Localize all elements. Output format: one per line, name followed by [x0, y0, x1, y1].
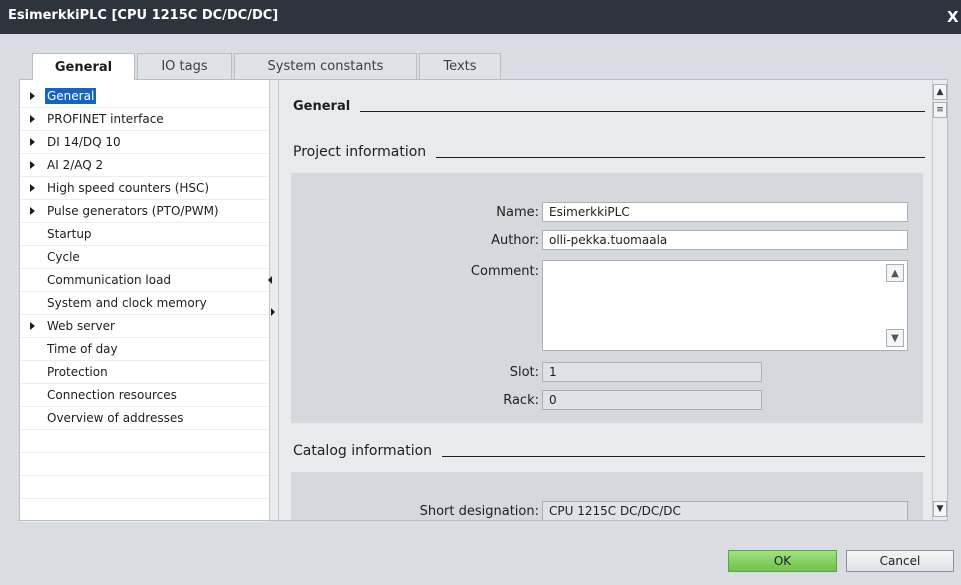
nav-tree: General PROFINET interface DI 14/DQ 10 A… — [20, 80, 269, 522]
content-scrollbar[interactable]: ▲ ≡ ▼ — [932, 80, 947, 520]
nav-item-label: Protection — [47, 365, 108, 379]
nav-item-ai-aq[interactable]: AI 2/AQ 2 — [20, 154, 269, 177]
project-info-group: Name: EsimerkkiPLC Author: olli-pekka.tu… — [291, 173, 923, 423]
nav-item-label: DI 14/DQ 10 — [47, 135, 121, 149]
nav-item-pulse-generators[interactable]: Pulse generators (PTO/PWM) — [20, 200, 269, 223]
nav-item-label: Overview of addresses — [47, 411, 184, 425]
expand-right-icon[interactable] — [271, 308, 275, 316]
nav-item-label: PROFINET interface — [47, 112, 164, 126]
nav-item-label: Web server — [47, 319, 115, 333]
short-designation-field: CPU 1215C DC/DC/DC — [542, 501, 908, 520]
cancel-button[interactable]: Cancel — [846, 550, 954, 572]
nav-item-protection[interactable]: Protection — [20, 361, 269, 384]
catalog-info-group: Short designation: CPU 1215C DC/DC/DC — [291, 472, 923, 520]
rack-label: Rack: — [503, 393, 539, 408]
section-title: Catalog information — [293, 443, 433, 459]
nav-item-time-of-day[interactable]: Time of day — [20, 338, 269, 361]
nav-empty-row — [20, 476, 269, 499]
nav-item-label: Communication load — [47, 273, 172, 287]
comment-label: Comment: — [470, 264, 539, 279]
expand-arrow-icon[interactable] — [30, 161, 35, 169]
nav-item-di-dq[interactable]: DI 14/DQ 10 — [20, 131, 269, 154]
scroll-up-icon[interactable]: ▲ — [886, 264, 904, 282]
scroll-down-icon[interactable]: ▼ — [933, 501, 947, 517]
expand-arrow-icon[interactable] — [30, 207, 35, 215]
scroll-down-icon[interactable]: ▼ — [886, 329, 904, 347]
nav-item-web-server[interactable]: Web server — [20, 315, 269, 338]
nav-item-label: General — [45, 88, 97, 104]
nav-item-general[interactable]: General — [20, 85, 269, 108]
splitter[interactable] — [268, 80, 279, 520]
nav-item-label: System and clock memory — [47, 296, 207, 310]
nav-empty-row — [20, 499, 269, 522]
nav-item-label: Startup — [47, 227, 92, 241]
name-field[interactable]: EsimerkkiPLC — [542, 202, 908, 222]
nav-item-cycle[interactable]: Cycle — [20, 246, 269, 269]
nav-item-label: AI 2/AQ 2 — [47, 158, 104, 172]
section-heading-catalog-info: Catalog information — [293, 441, 925, 461]
ok-button[interactable]: OK — [728, 550, 837, 572]
title-bar: EsimerkkiPLC [CPU 1215C DC/DC/DC] X — [0, 0, 961, 34]
author-field[interactable]: olli-pekka.tuomaala — [542, 230, 908, 250]
nav-item-label: High speed counters (HSC) — [47, 181, 210, 195]
tab-general[interactable]: General — [32, 53, 135, 80]
slot-field: 1 — [542, 362, 762, 382]
section-rule — [360, 110, 925, 112]
nav-empty-row — [20, 453, 269, 476]
expand-arrow-icon[interactable] — [30, 138, 35, 146]
nav-item-hsc[interactable]: High speed counters (HSC) — [20, 177, 269, 200]
section-heading-general: General — [293, 96, 925, 116]
scroll-thumb[interactable]: ≡ — [933, 102, 947, 118]
section-rule — [442, 455, 925, 457]
nav-item-label: Cycle — [47, 250, 80, 264]
content-area: General Project information Name: Esimer… — [279, 80, 932, 520]
name-label: Name: — [496, 205, 539, 220]
close-icon[interactable]: X — [947, 8, 961, 26]
nav-item-label: Connection resources — [47, 388, 177, 402]
nav-item-profinet-interface[interactable]: PROFINET interface — [20, 108, 269, 131]
nav-item-startup[interactable]: Startup — [20, 223, 269, 246]
collapse-left-icon[interactable] — [268, 276, 272, 284]
section-rule — [436, 156, 925, 158]
window-title: EsimerkkiPLC [CPU 1215C DC/DC/DC] — [8, 8, 279, 23]
nav-item-communication-load[interactable]: Communication load — [20, 269, 269, 292]
tab-system-constants[interactable]: System constants — [234, 53, 417, 79]
nav-item-system-clock-memory[interactable]: System and clock memory — [20, 292, 269, 315]
expand-arrow-icon[interactable] — [30, 322, 35, 330]
expand-arrow-icon[interactable] — [30, 184, 35, 192]
comment-field[interactable]: ▲ ▼ — [542, 260, 908, 351]
nav-item-connection-resources[interactable]: Connection resources — [20, 384, 269, 407]
tab-texts[interactable]: Texts — [419, 53, 501, 79]
expand-arrow-icon[interactable] — [30, 115, 35, 123]
nav-item-overview-of-addresses[interactable]: Overview of addresses — [20, 407, 269, 430]
section-heading-project-info: Project information — [293, 142, 925, 162]
author-label: Author: — [491, 233, 539, 248]
section-title: Project information — [293, 144, 427, 160]
scroll-up-icon[interactable]: ▲ — [933, 84, 947, 100]
expand-arrow-icon[interactable] — [30, 92, 35, 100]
tab-io-tags[interactable]: IO tags — [137, 53, 232, 79]
section-title: General — [293, 98, 351, 114]
nav-empty-row — [20, 430, 269, 453]
properties-panel: General PROFINET interface DI 14/DQ 10 A… — [19, 79, 948, 522]
nav-item-label: Time of day — [47, 342, 118, 356]
slot-label: Slot: — [509, 365, 539, 380]
short-designation-label: Short designation: — [419, 504, 539, 519]
nav-item-label: Pulse generators (PTO/PWM) — [47, 204, 219, 218]
rack-field: 0 — [542, 390, 762, 410]
